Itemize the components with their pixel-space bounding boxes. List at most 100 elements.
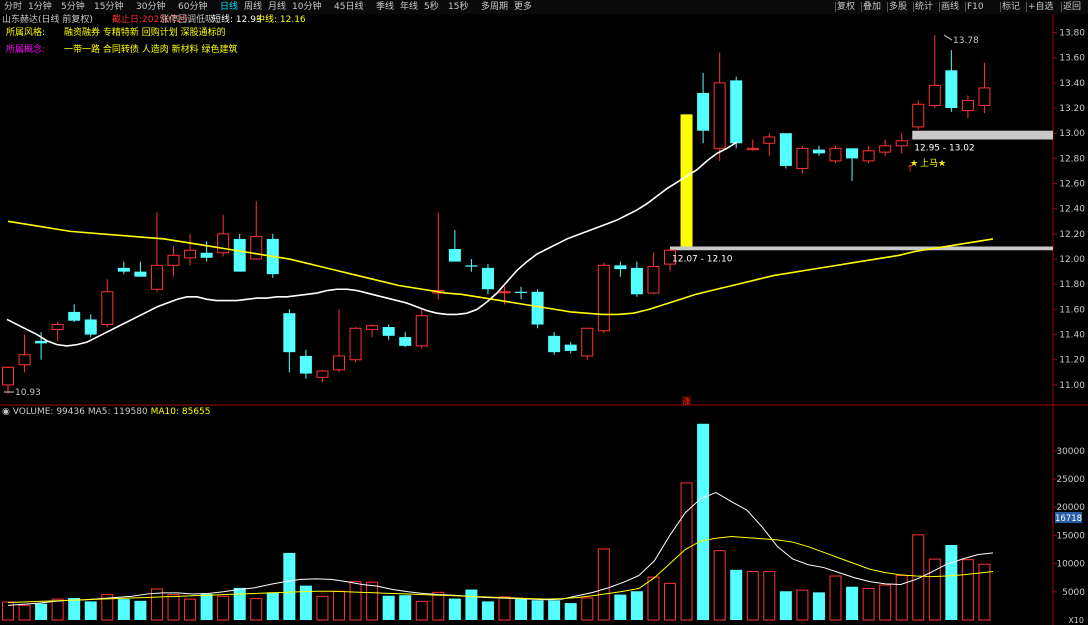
upper-zone-band	[912, 130, 1053, 140]
volume-bar-down	[382, 595, 395, 620]
candle-body-up	[498, 291, 511, 294]
candle-body-up	[349, 327, 362, 361]
price-tick-label: 13.80	[1059, 29, 1085, 39]
volume-bar-down	[481, 601, 494, 620]
volume-tick-label: 25000	[1056, 475, 1085, 485]
candle-body-up	[796, 147, 809, 169]
concept-label: 所属概念:	[6, 45, 46, 55]
candle-body-down	[233, 238, 246, 272]
volume-bar-down	[846, 586, 859, 620]
volume-bar-down	[84, 601, 97, 620]
candle-body-up	[763, 136, 776, 144]
candle-body-down	[697, 92, 710, 131]
candle-body-down	[548, 335, 561, 353]
breakout-marker	[680, 114, 693, 247]
candle-body-up	[961, 100, 974, 112]
lower-zone-band	[670, 246, 1053, 251]
mid-line-value: 中线: 12.16	[256, 15, 306, 25]
candle-body-up	[51, 323, 64, 331]
volume-bar-down	[448, 598, 461, 620]
volume-bar-up	[746, 571, 759, 621]
candle-body-down	[846, 148, 859, 159]
candle-body-up	[978, 87, 991, 107]
price-tick-label: 12.00	[1059, 255, 1085, 265]
volume-bar-down	[35, 603, 48, 620]
candle-body-up	[713, 82, 726, 149]
price-tick-label: 13.00	[1059, 129, 1085, 139]
volume-bar-down	[779, 591, 792, 620]
candle-body-up	[879, 145, 892, 153]
volume-bar-up	[250, 598, 263, 621]
candle-body-down	[564, 344, 577, 351]
volume-header: ◉ VOLUME: 99436 MA5: 119580 MA10: 85655	[2, 407, 211, 418]
short-line-value: 短线: 12.93	[212, 15, 262, 25]
volume-bar-up	[895, 574, 908, 621]
candle-body-down	[68, 311, 81, 321]
signal-label: 上马	[920, 158, 938, 169]
price-tick-label: 12.60	[1059, 180, 1085, 190]
volume-bar-down	[200, 594, 213, 620]
high-price-label: 13.78	[953, 36, 979, 46]
signal-star-right-icon: ★	[938, 159, 946, 169]
volume-tick-label: 20000	[1056, 503, 1085, 513]
price-tick-label: 11.40	[1059, 331, 1085, 341]
volume-bar-up	[217, 595, 230, 621]
volume-bar-up	[961, 559, 974, 621]
volume-tick-label: 30000	[1056, 447, 1085, 457]
candle-body-up	[167, 254, 180, 266]
volume-bar-up	[184, 598, 197, 621]
price-tick-label: 12.20	[1059, 230, 1085, 240]
volume-badge: 16718	[1055, 514, 1082, 524]
candle-body-down	[945, 70, 958, 109]
candle-body-down	[117, 267, 130, 272]
volume-bar-up	[597, 548, 610, 621]
price-tick-label: 11.20	[1059, 356, 1085, 366]
volume-bar-down	[399, 595, 412, 620]
price-tick-label: 11.00	[1059, 381, 1085, 391]
volume-bar-up	[432, 591, 445, 621]
candle-body-up	[647, 266, 660, 294]
volume-bar-down	[812, 592, 825, 620]
volume-collapse-icon[interactable]: ◉	[2, 407, 10, 417]
strategy-name: 涨停回调低吸	[160, 15, 215, 25]
volume-bar-up	[713, 550, 726, 621]
volume-bar-down	[697, 423, 710, 620]
volume-bar-down	[630, 591, 643, 620]
volume-bar-down	[266, 592, 279, 620]
candle-body-down	[35, 340, 48, 344]
volume-unit: X10	[1068, 616, 1084, 625]
candle-body-up	[928, 84, 941, 107]
signal-star-left-icon: ★	[910, 159, 918, 169]
candle-body-up	[366, 325, 379, 331]
volume-bar-down	[283, 552, 296, 620]
candle-body-up	[415, 315, 428, 347]
candle-body-down	[399, 337, 412, 346]
price-tick-label: 12.40	[1059, 205, 1085, 215]
volume-bar-down	[299, 585, 312, 620]
price-tick-label: 13.20	[1059, 104, 1085, 114]
volume-bar-up	[763, 571, 776, 621]
candle-body-up	[2, 366, 14, 386]
candle-body-up	[862, 150, 875, 162]
upper-zone-label: 12.95 - 13.02	[914, 144, 975, 154]
volume-bar-down	[531, 600, 544, 620]
candle-body-down	[630, 267, 643, 295]
volume-ma5: MA5: 119580	[87, 407, 148, 417]
concept-value: 一带一路 合同转债 人造肉 新材料 绿色建筑	[64, 45, 238, 55]
candle-body-up	[829, 147, 842, 162]
candle-body-down	[84, 319, 97, 335]
candle-body-up	[250, 235, 263, 260]
candle-body-down	[531, 291, 544, 325]
price-tick-label: 13.60	[1059, 54, 1085, 64]
style-label: 所属风格:	[6, 28, 46, 38]
volume-bar-up	[333, 590, 345, 621]
candle-body-up	[597, 264, 610, 332]
volume-bar-down	[134, 600, 147, 620]
kline-chart: 11.00 11.20 11.40 11.60 11.80 12.00 12.20 12.40…	[0, 14, 1088, 625]
candle-body-down	[515, 291, 528, 294]
candle-body-down	[382, 327, 395, 336]
volume-tick-label: 15000	[1056, 531, 1085, 541]
candle-body-down	[299, 355, 312, 374]
volume-bar-down	[515, 599, 528, 620]
volume-bar-up	[18, 604, 31, 621]
